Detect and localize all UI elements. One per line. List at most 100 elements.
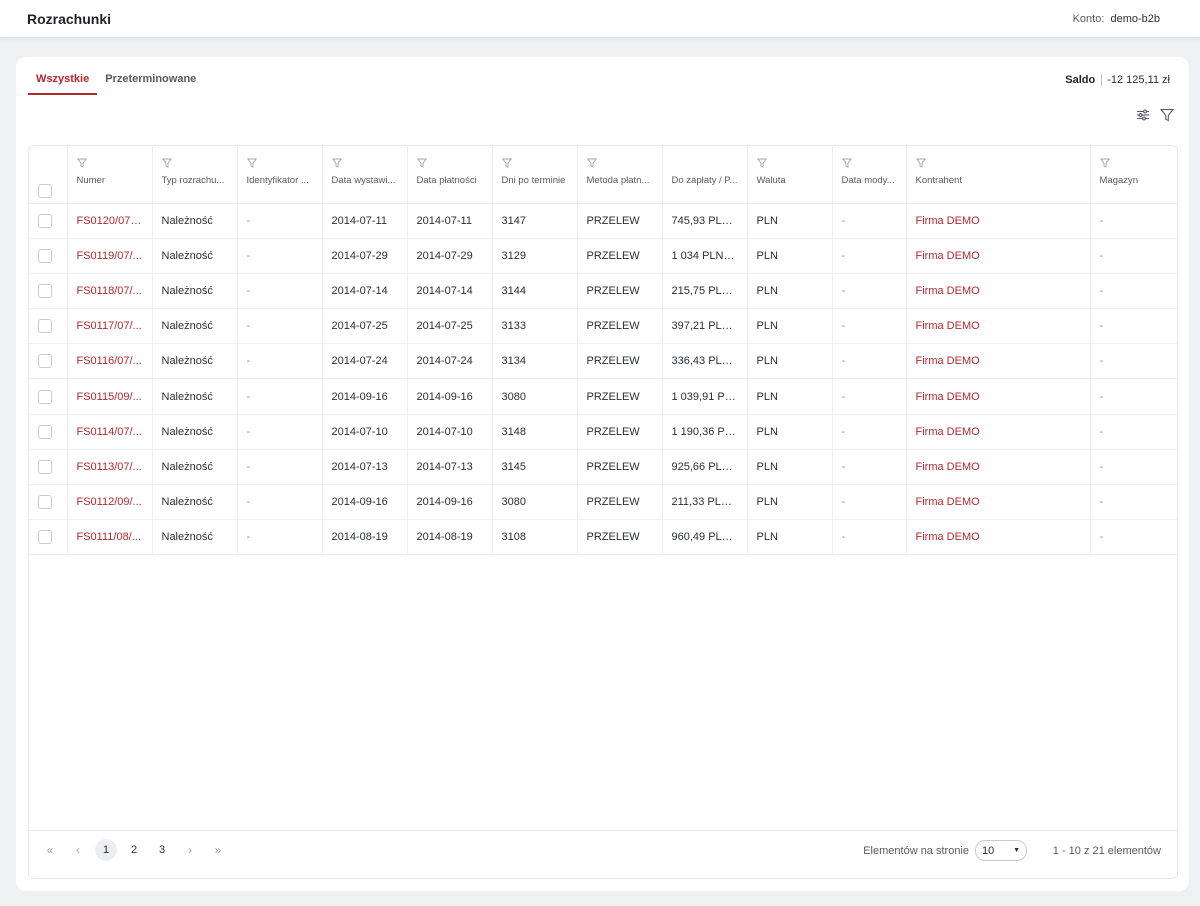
column-header-number[interactable]: Numer	[67, 146, 153, 204]
column-filter-icon[interactable]	[586, 158, 597, 171]
cell-number[interactable]: FS0117/07/...	[67, 308, 153, 345]
next-page-icon[interactable]: ›	[179, 839, 201, 861]
table-row[interactable]: FS0118/07/... Należność -2014-07-14 2014-07…	[29, 273, 1177, 310]
column-header-warehouse[interactable]: Magazyn	[1090, 146, 1177, 204]
tab-all[interactable]: Wszystkie	[28, 71, 98, 95]
tab-overdue[interactable]: Przeterminowane	[97, 71, 204, 95]
row-checkbox[interactable]	[38, 283, 52, 298]
cell-contractor[interactable]: Firma DEMO	[906, 343, 1091, 380]
page-3-button[interactable]: 3	[151, 839, 173, 861]
cell-amount-due: 745,93 PLN...	[662, 203, 748, 239]
cell-contractor[interactable]: Firma DEMO	[906, 273, 1091, 310]
cell-identifier: -	[237, 484, 323, 521]
cell-number[interactable]: FS0111/08/...	[67, 519, 153, 556]
row-checkbox[interactable]	[38, 459, 52, 474]
cell-currency: PLN	[747, 519, 833, 556]
cell-contractor[interactable]: Firma DEMO	[906, 449, 1091, 486]
cell-payment-date: 2014-07-11	[407, 203, 493, 239]
cell-contractor[interactable]: Firma DEMO	[906, 519, 1091, 556]
column-header-modified-date[interactable]: Data mody...	[832, 146, 907, 204]
cell-days-overdue: 3147	[492, 203, 578, 239]
table-row[interactable]: FS0119/07/... Należność -2014-07-29 2014-07…	[29, 238, 1177, 274]
cell-contractor[interactable]: Firma DEMO	[906, 414, 1091, 450]
range-text: 1 - 10 z 21 elementów	[1052, 845, 1161, 857]
column-filter-icon[interactable]	[915, 158, 926, 171]
table-body: FS0120/07/... Należność - 2014-07-11 2014-07…	[29, 203, 1177, 556]
balance: Saldo -12 125,11 zł	[1065, 74, 1170, 86]
cell-type: Należność	[152, 238, 238, 274]
cell-amount-due: 397,21 PLN ...	[662, 308, 748, 345]
table-row[interactable]: FS0120/07/... Należność -2014-07-11 2014-07…	[29, 203, 1177, 239]
last-page-icon[interactable]: »	[207, 839, 229, 861]
column-header-days-overdue[interactable]: Dni po terminie	[492, 146, 578, 204]
row-checkbox[interactable]	[38, 424, 52, 439]
table-row[interactable]: FS0114/07/... Należność -2014-07-10 2014-07…	[29, 414, 1177, 450]
column-header-amount-due[interactable]: Do zapłaty / P...	[662, 146, 748, 204]
cell-warehouse: -	[1090, 484, 1177, 521]
table-row[interactable]: FS0111/08/... Należność -2014-08-19 2014-08…	[29, 519, 1177, 556]
cell-number[interactable]: FS0113/07/...	[67, 449, 153, 486]
cell-number[interactable]: FS0112/09/...	[67, 484, 153, 521]
sliders-icon[interactable]	[1135, 107, 1151, 123]
column-filter-icon[interactable]	[756, 158, 767, 171]
cell-issue-date: 2014-07-13	[322, 449, 408, 486]
column-header-contractor[interactable]: Kontrahent	[906, 146, 1091, 204]
column-filter-icon[interactable]	[76, 158, 87, 171]
cell-contractor[interactable]: Firma DEMO	[906, 378, 1091, 415]
row-checkbox[interactable]	[38, 213, 52, 228]
select-all-checkbox[interactable]	[38, 184, 52, 198]
cell-contractor[interactable]: Firma DEMO	[906, 308, 1091, 345]
column-filter-icon[interactable]	[501, 158, 512, 171]
row-checkbox[interactable]	[38, 248, 52, 263]
cell-number[interactable]: FS0115/09/...	[67, 378, 153, 415]
column-filter-icon[interactable]	[1099, 158, 1110, 171]
cell-contractor[interactable]: Firma DEMO	[906, 203, 1091, 239]
cell-number[interactable]: FS0120/07/...	[67, 203, 153, 239]
table-row[interactable]: FS0112/09/... Należność -2014-09-16 2014-09…	[29, 484, 1177, 521]
row-checkbox[interactable]	[38, 389, 52, 404]
table-row[interactable]: FS0113/07/... Należność -2014-07-13 2014-07…	[29, 449, 1177, 486]
table-row[interactable]: FS0116/07/... Należność -2014-07-24 2014-07…	[29, 343, 1177, 380]
column-filter-icon[interactable]	[416, 158, 427, 171]
first-page-icon[interactable]: «	[39, 839, 61, 861]
filter-icon[interactable]	[1159, 107, 1175, 123]
cell-currency: PLN	[747, 238, 833, 274]
column-filter-icon[interactable]	[841, 158, 852, 171]
per-page-select[interactable]: 10 ▼	[975, 840, 1027, 861]
row-checkbox[interactable]	[38, 530, 52, 545]
column-header-payment-method[interactable]: Metoda płatn...	[577, 146, 663, 204]
cell-number[interactable]: FS0116/07/...	[67, 343, 153, 380]
row-checkbox[interactable]	[38, 354, 52, 369]
table-row[interactable]: FS0117/07/... Należność -2014-07-25 2014-07…	[29, 308, 1177, 345]
column-header-issue-date[interactable]: Data wystawi...	[322, 146, 408, 204]
page-1-button[interactable]: 1	[95, 839, 117, 861]
column-header-payment-date[interactable]: Data płatności	[407, 146, 493, 204]
cell-number[interactable]: FS0118/07/...	[67, 273, 153, 310]
cell-warehouse: -	[1090, 343, 1177, 380]
column-label: Typ rozrachu...	[161, 175, 225, 186]
cell-modified-date: -	[832, 484, 907, 521]
cell-modified-date: -	[832, 519, 907, 556]
column-header-identifier[interactable]: Identyfikator ...	[237, 146, 323, 204]
column-filter-icon[interactable]	[246, 158, 257, 171]
column-filter-icon[interactable]	[161, 158, 172, 171]
prev-page-icon[interactable]: ‹	[67, 839, 89, 861]
cell-warehouse: -	[1090, 449, 1177, 486]
column-filter-icon[interactable]	[331, 158, 342, 171]
cell-currency: PLN	[747, 484, 833, 521]
cell-amount-due: 211,33 PLN ...	[662, 484, 748, 521]
page-2-button[interactable]: 2	[123, 839, 145, 861]
row-checkbox[interactable]	[38, 319, 52, 334]
cell-number[interactable]: FS0114/07/...	[67, 414, 153, 450]
cell-payment-date: 2014-07-13	[407, 449, 493, 486]
column-header-currency[interactable]: Waluta	[747, 146, 833, 204]
cell-number[interactable]: FS0119/07/...	[67, 238, 153, 274]
row-checkbox[interactable]	[38, 495, 52, 510]
table-row[interactable]: FS0115/09/... Należność -2014-09-16 2014-09…	[29, 378, 1177, 415]
cell-issue-date: 2014-08-19	[322, 519, 408, 556]
cell-contractor[interactable]: Firma DEMO	[906, 484, 1091, 521]
column-header-type[interactable]: Typ rozrachu...	[152, 146, 238, 204]
cell-days-overdue: 3133	[492, 308, 578, 345]
account-value[interactable]: demo-b2b	[1110, 13, 1160, 25]
cell-contractor[interactable]: Firma DEMO	[906, 238, 1091, 274]
